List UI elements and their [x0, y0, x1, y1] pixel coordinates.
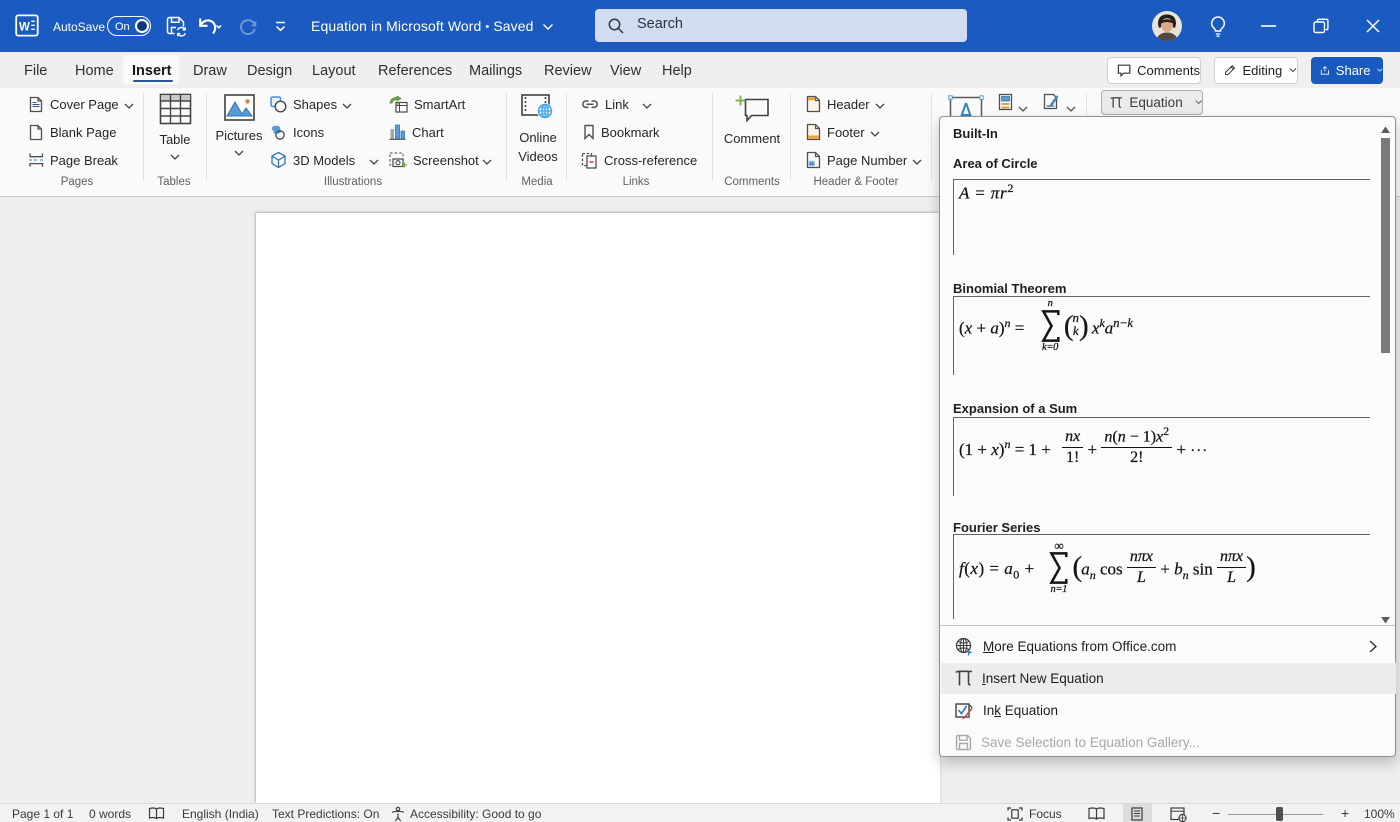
svg-text:W: W [19, 22, 30, 34]
